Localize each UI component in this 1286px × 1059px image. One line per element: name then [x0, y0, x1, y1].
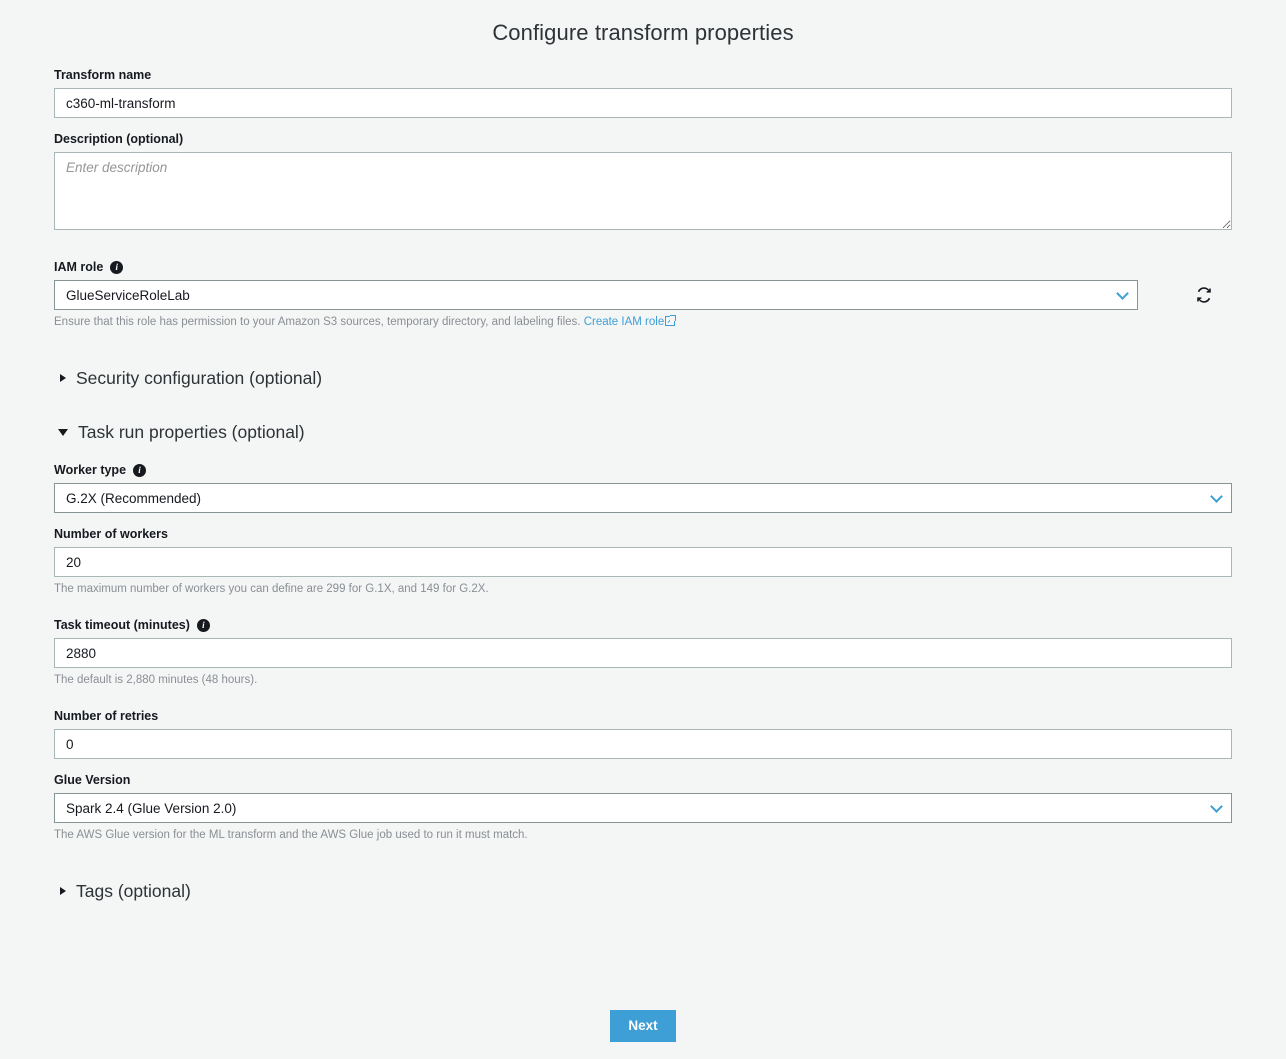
iam-role-select[interactable]: GlueServiceRoleLab	[54, 280, 1138, 310]
form-footer: Next	[0, 1010, 1286, 1042]
glue-version-label-text: Glue Version	[54, 773, 130, 788]
transform-name-field: Transform name	[54, 68, 1232, 118]
info-icon: i	[197, 619, 210, 632]
description-field: Description (optional)	[54, 132, 1232, 230]
task-timeout-field: Task timeout (minutes) i The default is …	[54, 618, 1232, 687]
configure-transform-properties-page: Configure transform properties Transform…	[0, 0, 1286, 1059]
task-run-properties-expander[interactable]: Task run properties (optional)	[54, 421, 1232, 443]
description-textarea[interactable]	[54, 152, 1232, 230]
number-of-workers-hint: The maximum number of workers you can de…	[54, 582, 1232, 596]
task-timeout-hint: The default is 2,880 minutes (48 hours).	[54, 673, 1232, 687]
triangle-right-icon[interactable]	[60, 887, 66, 895]
triangle-right-icon[interactable]	[60, 374, 66, 382]
glue-version-hint: The AWS Glue version for the ML transfor…	[54, 828, 1232, 842]
worker-type-field: Worker type i G.2X (Recommended)	[54, 463, 1232, 513]
security-configuration-expander[interactable]: Security configuration (optional)	[54, 367, 1232, 389]
glue-version-label: Glue Version	[54, 773, 1232, 788]
number-of-retries-label: Number of retries	[54, 709, 1232, 724]
task-timeout-label-text: Task timeout (minutes)	[54, 618, 190, 633]
info-icon: i	[133, 464, 146, 477]
iam-role-field: IAM role i GlueServiceRoleLab Ensure tha…	[54, 260, 1232, 329]
glue-version-select[interactable]: Spark 2.4 (Glue Version 2.0)	[54, 793, 1232, 823]
glue-version-select-value[interactable]: Spark 2.4 (Glue Version 2.0)	[54, 793, 1232, 823]
iam-role-label-text: IAM role	[54, 260, 103, 275]
iam-role-select-value[interactable]: GlueServiceRoleLab	[54, 280, 1138, 310]
task-timeout-input[interactable]	[54, 638, 1232, 668]
iam-role-hint-text: Ensure that this role has permission to …	[54, 316, 580, 328]
triangle-down-icon[interactable]	[58, 429, 68, 436]
external-link-icon[interactable]	[665, 316, 675, 326]
number-of-workers-field: Number of workers The maximum number of …	[54, 527, 1232, 596]
description-label-text: Description (optional)	[54, 132, 183, 147]
number-of-workers-label-text: Number of workers	[54, 527, 168, 542]
transform-name-label: Transform name	[54, 68, 1232, 83]
next-button[interactable]: Next	[610, 1010, 675, 1042]
info-icon: i	[110, 261, 123, 274]
refresh-icon[interactable]	[1193, 284, 1215, 306]
number-of-workers-input[interactable]	[54, 547, 1232, 577]
task-run-properties-label: Task run properties (optional)	[78, 421, 305, 443]
iam-role-hint: Ensure that this role has permission to …	[54, 315, 1232, 329]
worker-type-select-value[interactable]: G.2X (Recommended)	[54, 483, 1232, 513]
task-run-properties-body: Worker type i G.2X (Recommended) Number …	[54, 443, 1232, 842]
task-timeout-label: Task timeout (minutes) i	[54, 618, 1232, 633]
iam-role-label: IAM role i	[54, 260, 1232, 275]
transform-properties-form: Transform name Description (optional) IA…	[54, 46, 1232, 902]
number-of-retries-input[interactable]	[54, 729, 1232, 759]
transform-name-label-text: Transform name	[54, 68, 151, 83]
description-label: Description (optional)	[54, 132, 1232, 147]
security-configuration-label: Security configuration (optional)	[76, 367, 322, 389]
iam-role-row: GlueServiceRoleLab	[54, 280, 1232, 310]
number-of-retries-label-text: Number of retries	[54, 709, 158, 724]
transform-name-input[interactable]	[54, 88, 1232, 118]
tags-label: Tags (optional)	[76, 880, 191, 902]
worker-type-label: Worker type i	[54, 463, 1232, 478]
create-iam-role-link[interactable]: Create IAM role	[584, 316, 665, 328]
worker-type-select[interactable]: G.2X (Recommended)	[54, 483, 1232, 513]
number-of-workers-label: Number of workers	[54, 527, 1232, 542]
worker-type-label-text: Worker type	[54, 463, 126, 478]
number-of-retries-field: Number of retries	[54, 709, 1232, 759]
tags-expander[interactable]: Tags (optional)	[54, 880, 1232, 902]
glue-version-field: Glue Version Spark 2.4 (Glue Version 2.0…	[54, 773, 1232, 842]
page-title: Configure transform properties	[0, 0, 1286, 46]
